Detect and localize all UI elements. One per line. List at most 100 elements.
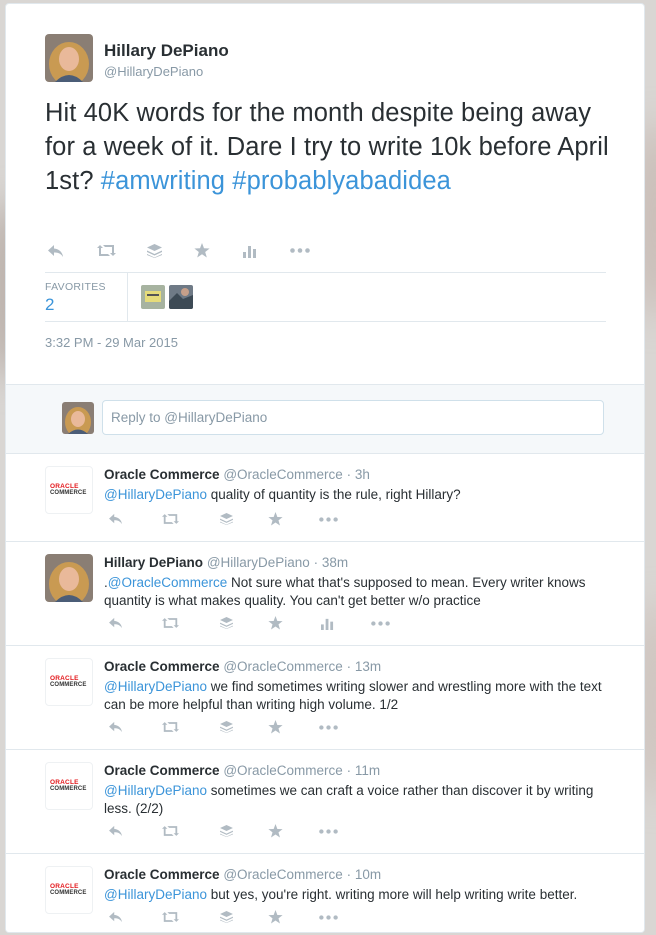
reply-header: Hillary DePiano @HillaryDePiano · 38m bbox=[104, 555, 348, 570]
more-icon[interactable] bbox=[319, 914, 338, 920]
favorite-star-icon[interactable] bbox=[268, 824, 283, 838]
reply-item[interactable]: ORACLE COMMERCE Oracle Commerce @OracleC… bbox=[6, 750, 644, 854]
reply-input[interactable]: Reply to @HillaryDePiano bbox=[102, 400, 604, 435]
hashtag-probablyabadidea[interactable]: #probablyabadidea bbox=[232, 167, 451, 195]
stack-icon[interactable] bbox=[146, 243, 162, 258]
stats-icon[interactable] bbox=[321, 617, 334, 630]
reply-header: Oracle Commerce @OracleCommerce · 3h bbox=[104, 467, 370, 482]
reply-mention[interactable]: @OracleCommerce bbox=[108, 575, 227, 590]
reply-mention[interactable]: @HillaryDePiano bbox=[104, 887, 207, 902]
stack-icon[interactable] bbox=[219, 721, 233, 733]
favorite-star-icon[interactable] bbox=[268, 512, 283, 526]
reply-author-handle[interactable]: @OracleCommerce bbox=[223, 467, 342, 482]
oracle-logo-line2: COMMERCE bbox=[50, 786, 87, 792]
stack-icon[interactable] bbox=[219, 617, 233, 629]
reply-actions bbox=[107, 720, 338, 734]
reply-item[interactable]: ORACLE COMMERCE Oracle Commerce @OracleC… bbox=[6, 454, 644, 542]
reply-author-name[interactable]: Oracle Commerce bbox=[104, 763, 220, 778]
reply-text: @HillaryDePiano but yes, you're right. w… bbox=[104, 886, 614, 904]
oracle-avatar[interactable]: ORACLE COMMERCE bbox=[45, 762, 93, 810]
tweet-card: Hillary DePiano @HillaryDePiano Hit 40K … bbox=[5, 3, 645, 933]
reply-author-handle[interactable]: @OracleCommerce bbox=[223, 763, 342, 778]
oracle-logo-line2: COMMERCE bbox=[50, 890, 87, 896]
reply-mention[interactable]: @HillaryDePiano bbox=[104, 487, 207, 502]
reply-icon[interactable] bbox=[107, 617, 124, 629]
user-avatar bbox=[62, 402, 94, 434]
reply-actions bbox=[107, 910, 338, 924]
favoriter-avatar[interactable] bbox=[141, 285, 165, 309]
favorites-count[interactable]: 2 bbox=[45, 295, 54, 315]
stack-icon[interactable] bbox=[219, 911, 233, 923]
oracle-avatar[interactable]: ORACLE COMMERCE bbox=[45, 658, 93, 706]
reply-header: Oracle Commerce @OracleCommerce · 13m bbox=[104, 659, 381, 674]
reply-mention[interactable]: @HillaryDePiano bbox=[104, 679, 207, 694]
oracle-logo-line1: ORACLE bbox=[50, 779, 79, 786]
reply-time[interactable]: 10m bbox=[355, 867, 381, 882]
stack-icon[interactable] bbox=[219, 825, 233, 837]
reply-item[interactable]: ORACLE COMMERCE Oracle Commerce @OracleC… bbox=[6, 854, 644, 932]
retweet-icon[interactable] bbox=[162, 911, 179, 923]
more-icon[interactable] bbox=[290, 248, 310, 253]
stats-icon[interactable] bbox=[243, 244, 257, 258]
reply-icon[interactable] bbox=[107, 911, 124, 923]
oracle-logo-line1: ORACLE bbox=[50, 675, 79, 682]
hashtag-amwriting[interactable]: #amwriting bbox=[101, 167, 225, 195]
oracle-avatar[interactable]: ORACLE COMMERCE bbox=[45, 866, 93, 914]
stack-icon[interactable] bbox=[219, 513, 233, 525]
reply-time[interactable]: 13m bbox=[355, 659, 381, 674]
reply-icon[interactable] bbox=[107, 721, 124, 733]
favoriter-avatar[interactable] bbox=[169, 285, 193, 309]
reply-author-name[interactable]: Hillary DePiano bbox=[104, 555, 203, 570]
retweet-icon[interactable] bbox=[162, 617, 179, 629]
reply-mention[interactable]: @HillaryDePiano bbox=[104, 783, 207, 798]
separator: · bbox=[342, 763, 355, 778]
author-avatar[interactable] bbox=[45, 34, 93, 82]
favorite-star-icon[interactable] bbox=[268, 720, 283, 734]
reply-author-handle[interactable]: @OracleCommerce bbox=[223, 867, 342, 882]
reply-time[interactable]: 11m bbox=[355, 763, 380, 778]
oracle-logo-line2: COMMERCE bbox=[50, 682, 87, 688]
oracle-logo-line2: COMMERCE bbox=[50, 490, 87, 496]
reply-time[interactable]: 38m bbox=[322, 555, 348, 570]
retweet-icon[interactable] bbox=[162, 513, 179, 525]
reply-item[interactable]: Hillary DePiano @HillaryDePiano · 38m .@… bbox=[6, 542, 644, 646]
reply-author-handle[interactable]: @OracleCommerce bbox=[223, 659, 342, 674]
reply-actions bbox=[107, 616, 390, 630]
reply-body: quality of quantity is the rule, right H… bbox=[207, 487, 461, 502]
more-icon[interactable] bbox=[371, 620, 390, 626]
oracle-logo-line1: ORACLE bbox=[50, 483, 79, 490]
author-name[interactable]: Hillary DePiano bbox=[104, 41, 229, 61]
favorites-label: FAVORITES bbox=[45, 281, 106, 293]
reply-icon[interactable] bbox=[45, 244, 65, 258]
reply-author-name[interactable]: Oracle Commerce bbox=[104, 467, 220, 482]
favorite-star-icon[interactable] bbox=[268, 910, 283, 924]
tweet-stats: FAVORITES 2 bbox=[45, 272, 606, 322]
favorite-star-icon[interactable] bbox=[268, 616, 283, 630]
retweet-icon[interactable] bbox=[96, 244, 116, 257]
stats-divider bbox=[127, 273, 128, 321]
reply-item[interactable]: ORACLE COMMERCE Oracle Commerce @OracleC… bbox=[6, 646, 644, 750]
author-handle[interactable]: @HillaryDePiano bbox=[104, 64, 203, 79]
tweet-timestamp[interactable]: 3:32 PM - 29 Mar 2015 bbox=[45, 335, 178, 350]
more-icon[interactable] bbox=[319, 516, 338, 522]
more-icon[interactable] bbox=[319, 724, 338, 730]
retweet-icon[interactable] bbox=[162, 825, 179, 837]
reply-author-name[interactable]: Oracle Commerce bbox=[104, 867, 220, 882]
tweet-text: Hit 40K words for the month despite bein… bbox=[45, 96, 615, 198]
main-tweet: Hillary DePiano @HillaryDePiano Hit 40K … bbox=[6, 4, 644, 385]
more-icon[interactable] bbox=[319, 828, 338, 834]
oracle-avatar[interactable]: ORACLE COMMERCE bbox=[45, 466, 93, 514]
reply-time[interactable]: 3h bbox=[355, 467, 370, 482]
reply-icon[interactable] bbox=[107, 513, 124, 525]
reply-header: Oracle Commerce @OracleCommerce · 11m bbox=[104, 763, 380, 778]
separator: · bbox=[309, 555, 322, 570]
tweet-actions bbox=[45, 243, 310, 258]
favorite-star-icon[interactable] bbox=[194, 243, 210, 258]
reply-text: @HillaryDePiano quality of quantity is t… bbox=[104, 486, 614, 504]
reply-icon[interactable] bbox=[107, 825, 124, 837]
retweet-icon[interactable] bbox=[162, 721, 179, 733]
oracle-logo-line1: ORACLE bbox=[50, 883, 79, 890]
reply-author-avatar[interactable] bbox=[45, 554, 93, 602]
reply-author-handle[interactable]: @HillaryDePiano bbox=[207, 555, 310, 570]
reply-author-name[interactable]: Oracle Commerce bbox=[104, 659, 220, 674]
